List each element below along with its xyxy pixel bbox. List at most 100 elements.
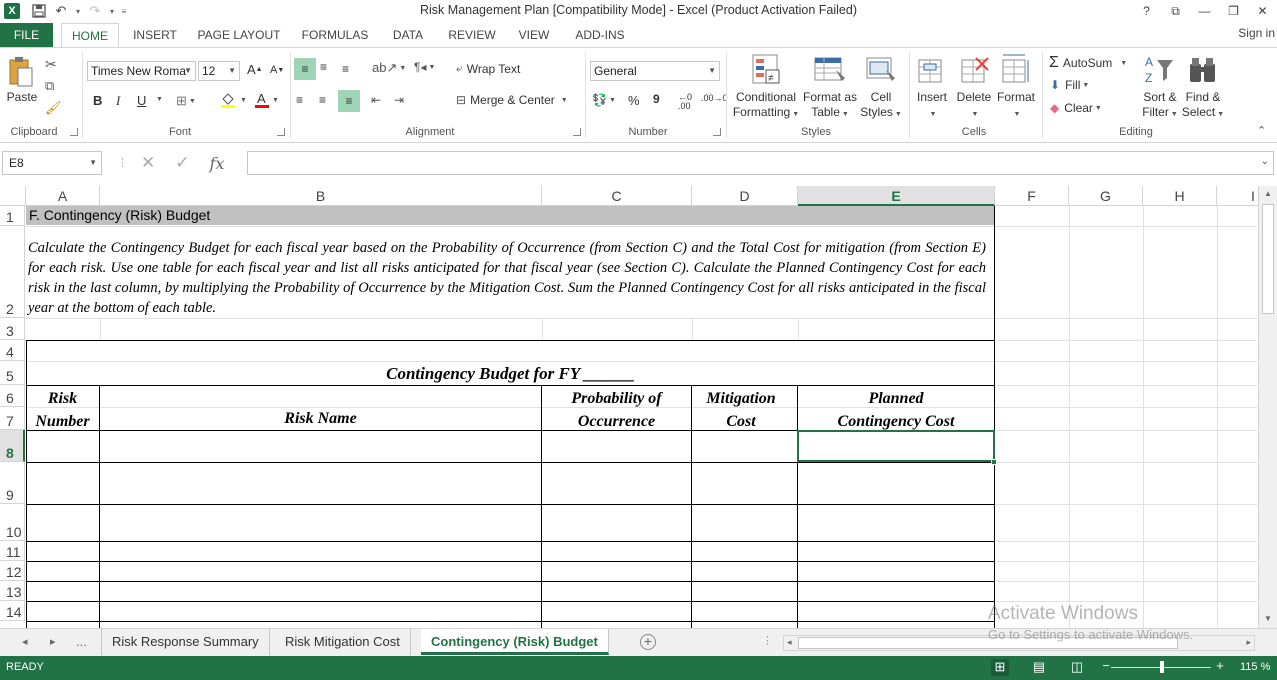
insert-function-icon[interactable]: fx — [210, 154, 225, 173]
vertical-scroll-thumb[interactable] — [1262, 204, 1274, 314]
tab-data[interactable]: DATA — [385, 23, 431, 47]
wrap-text-button[interactable]: ⤶ Wrap Text — [456, 61, 520, 76]
row-header-8[interactable]: 8 — [0, 430, 25, 462]
add-sheet-icon[interactable]: + — [640, 634, 656, 650]
row-header-5[interactable]: 5 — [0, 361, 25, 385]
align-left-icon[interactable]: ≡ — [296, 93, 303, 107]
format-as-table-button[interactable]: Format as Table ▼ — [800, 90, 860, 122]
select-all-corner[interactable] — [0, 186, 26, 206]
cancel-icon[interactable]: ✕ — [141, 153, 155, 173]
paste-icon[interactable] — [8, 56, 34, 88]
font-color-icon[interactable]: A ▼ — [254, 91, 279, 109]
active-cell-e8[interactable] — [797, 430, 995, 462]
prev-sheet-icon[interactable]: ◂ — [22, 635, 28, 648]
format-painter-icon[interactable]: 🖌 — [45, 100, 62, 116]
row-header-2[interactable]: 2 — [0, 226, 25, 318]
tab-file[interactable]: FILE — [0, 23, 53, 47]
copy-icon[interactable]: ⧉ — [45, 78, 54, 94]
sheet-tab-contingency-risk-budget[interactable]: Contingency (Risk) Budget — [421, 629, 609, 655]
align-top-icon[interactable]: ≡ — [294, 58, 316, 80]
italic-button[interactable]: I — [116, 93, 120, 109]
fill-color-icon[interactable]: ▼ — [220, 92, 247, 108]
increase-indent-icon[interactable]: ⇥ — [394, 93, 404, 107]
formula-input[interactable]: ⌄ — [247, 151, 1274, 175]
header-planned-contingency-cost[interactable]: Planned Contingency Cost — [798, 387, 994, 433]
help-icon[interactable]: ? — [1132, 0, 1161, 22]
decrease-font-icon[interactable]: A ▼ — [270, 64, 284, 76]
row-header-14[interactable]: 14 — [0, 601, 25, 621]
column-header-i[interactable]: I — [1217, 186, 1258, 206]
increase-font-icon[interactable]: A ▲ — [247, 62, 263, 77]
zoom-slider-knob[interactable] — [1160, 661, 1164, 673]
row-header-7[interactable]: 7 — [0, 407, 25, 430]
percent-style-button[interactable]: % — [628, 93, 640, 108]
cut-icon[interactable]: ✂ — [45, 56, 57, 73]
font-launcher-icon[interactable] — [277, 128, 285, 136]
decrease-decimal-icon[interactable]: .00→0 — [701, 93, 728, 103]
column-header-d[interactable]: D — [692, 186, 798, 206]
font-family-combo[interactable]: Times New Roma ▼ — [87, 61, 196, 81]
expand-formula-bar-icon[interactable]: ⌄ — [1261, 156, 1269, 167]
next-sheet-icon[interactable]: ▸ — [50, 635, 56, 648]
column-header-g[interactable]: G — [1069, 186, 1143, 206]
sort-filter-button[interactable]: Sort & Filter ▼ — [1138, 90, 1182, 122]
tab-view[interactable]: VIEW — [512, 23, 556, 47]
section-title[interactable]: F. Contingency (Risk) Budget — [29, 207, 210, 223]
header-probability[interactable]: Probability of Occurrence — [542, 387, 691, 433]
underline-dropdown-icon[interactable]: ▼ — [154, 96, 163, 103]
tab-add-ins[interactable]: ADD-INS — [568, 23, 632, 47]
ribbon-display-icon[interactable]: ⧉ — [1161, 0, 1190, 22]
table-title[interactable]: Contingency Budget for FY ______ — [26, 364, 995, 384]
row-header-3[interactable]: 3 — [0, 318, 25, 340]
insert-cells-button[interactable]: Insert ▼ — [912, 90, 952, 122]
vertical-scrollbar[interactable]: ▲ ▼ — [1258, 186, 1277, 628]
align-middle-icon[interactable]: ≡ — [320, 60, 327, 74]
bold-button[interactable]: B — [93, 93, 102, 108]
format-cells-button[interactable]: Format ▼ — [994, 90, 1038, 122]
column-header-a[interactable]: A — [26, 186, 100, 206]
accounting-format-icon[interactable]: 💱 ▼ — [592, 93, 616, 107]
delete-cells-icon[interactable] — [960, 54, 990, 86]
comma-style-button[interactable]: 9 — [653, 92, 660, 106]
alignment-launcher-icon[interactable] — [573, 128, 581, 136]
fill-button[interactable]: ⬇ Fill ▼ — [1050, 78, 1089, 92]
restore-icon[interactable]: ❐ — [1219, 0, 1248, 22]
column-header-e[interactable]: E — [798, 186, 995, 206]
worksheet-grid[interactable]: A B C D E F G H I 1 2 3 4 5 6 7 8 9 10 1… — [0, 186, 1258, 628]
font-size-combo[interactable]: 12 ▼ — [198, 61, 240, 81]
cell-styles-button[interactable]: Cell Styles ▼ — [856, 90, 906, 122]
more-sheets-button[interactable]: ... — [76, 634, 87, 649]
header-risk-number[interactable]: Risk Number — [26, 387, 99, 433]
tab-split-handle[interactable]: ⋮ — [762, 634, 773, 647]
sheet-tab-risk-response-summary[interactable]: Risk Response Summary — [101, 629, 270, 655]
align-center-icon[interactable]: ≡ — [319, 93, 326, 107]
row-header-6[interactable]: 6 — [0, 385, 25, 407]
clipboard-launcher-icon[interactable] — [70, 128, 78, 136]
underline-button[interactable]: U — [137, 93, 146, 108]
tab-insert[interactable]: INSERT — [128, 23, 182, 47]
decrease-indent-icon[interactable]: ⇤ — [371, 93, 381, 107]
column-header-c[interactable]: C — [542, 186, 692, 206]
page-layout-view-icon[interactable]: ▤ — [1030, 659, 1048, 676]
format-cells-icon[interactable] — [1000, 52, 1030, 86]
instructions-text[interactable]: Calculate the Contingency Budget for eac… — [28, 238, 986, 318]
find-select-icon[interactable] — [1188, 54, 1218, 86]
sign-in-link[interactable]: Sign in — [1238, 26, 1275, 40]
borders-icon[interactable]: ⊞ ▼ — [176, 93, 196, 109]
row-header-1[interactable]: 1 — [0, 206, 25, 226]
row-header-4[interactable]: 4 — [0, 340, 25, 361]
cell-styles-icon[interactable] — [866, 54, 896, 86]
header-mitigation-cost[interactable]: Mitigation Cost — [692, 387, 790, 433]
scroll-up-icon[interactable]: ▲ — [1264, 189, 1272, 198]
close-icon[interactable]: ✕ — [1248, 0, 1277, 22]
minimize-icon[interactable]: — — [1190, 0, 1219, 22]
conditional-formatting-button[interactable]: Conditional Formatting ▼ — [732, 90, 800, 122]
column-header-b[interactable]: B — [100, 186, 542, 206]
conditional-formatting-icon[interactable]: ≠ — [752, 54, 782, 86]
find-select-button[interactable]: Find & Select ▼ — [1180, 90, 1226, 122]
collapse-ribbon-icon[interactable]: ⌃ — [1257, 124, 1266, 137]
scroll-left-icon[interactable]: ◂ — [787, 637, 792, 648]
align-right-icon[interactable]: ≡ — [338, 90, 360, 112]
scroll-right-icon[interactable]: ▸ — [1246, 637, 1251, 648]
zoom-in-icon[interactable]: + — [1211, 658, 1229, 675]
